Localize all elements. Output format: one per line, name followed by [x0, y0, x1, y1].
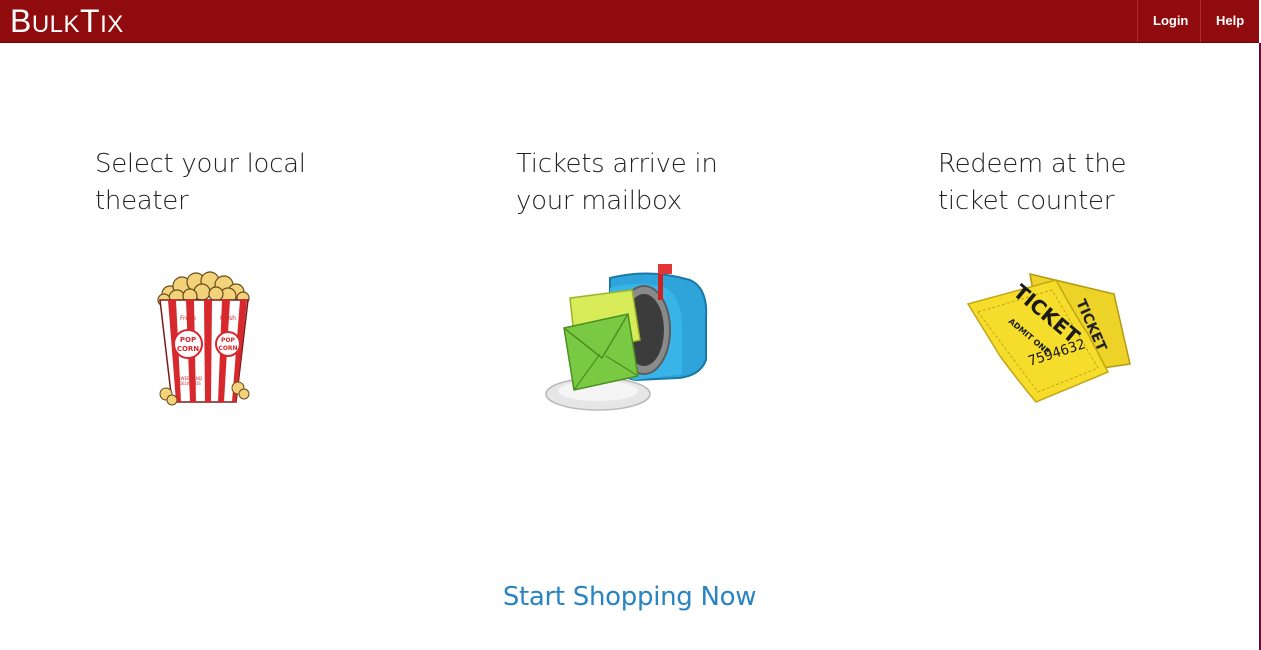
svg-text:POP: POP — [221, 337, 235, 344]
popcorn-icon: POP CORN POP CORN Fresh Fresh SWEET AND … — [150, 268, 258, 415]
step-title-ticket-counter: Redeem at the ticket counter — [938, 149, 1127, 216]
svg-text:Fresh: Fresh — [180, 315, 196, 322]
help-link[interactable]: Help — [1200, 0, 1259, 42]
nav-links: Login Help — [1137, 0, 1259, 42]
step-title-mailbox: Tickets arrive in your mailbox — [516, 149, 718, 216]
svg-text:CORN: CORN — [218, 345, 237, 352]
mailbox-icon — [540, 258, 712, 425]
svg-text:CORN: CORN — [177, 345, 199, 353]
brand-logo[interactable]: BULKTIX — [10, 3, 124, 43]
svg-text:POP: POP — [180, 336, 196, 344]
svg-text:Fresh: Fresh — [220, 315, 236, 322]
svg-text:DELICIOUS: DELICIOUS — [179, 381, 201, 386]
step-title-select-theater: Select your local theater — [95, 149, 306, 216]
start-shopping-link[interactable]: Start Shopping Now — [0, 582, 1259, 612]
login-link[interactable]: Login — [1137, 0, 1200, 42]
navbar: BULKTIX Login Help — [0, 0, 1259, 43]
ticket-icon: TICKET TICKET ADMIT ONE 7594632 — [960, 268, 1140, 413]
